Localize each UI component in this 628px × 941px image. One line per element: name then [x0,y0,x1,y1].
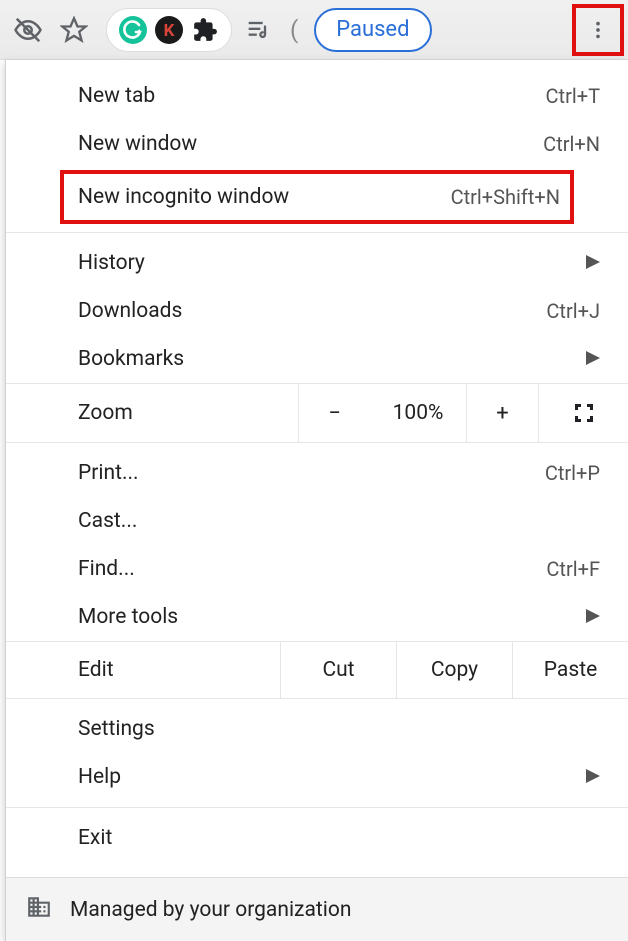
submenu-chevron-icon [586,251,600,275]
zoom-out-button[interactable]: − [298,384,370,442]
menu-find[interactable]: Find... Ctrl+F [6,545,628,593]
bookmark-star-icon[interactable] [54,10,94,50]
menu-print[interactable]: Print... Ctrl+P [6,449,628,497]
edit-cut-button[interactable]: Cut [280,642,396,698]
menu-bookmarks[interactable]: Bookmarks [6,335,628,383]
menu-divider [6,807,628,808]
submenu-chevron-icon [586,605,600,629]
menu-more-tools[interactable]: More tools [6,593,628,641]
zoom-label: Zoom [6,401,298,425]
chrome-main-menu: New tab Ctrl+T New window Ctrl+N New inc… [5,60,628,941]
menu-new-tab[interactable]: New tab Ctrl+T [6,72,628,120]
menu-zoom-row: Zoom − 100% + [6,383,628,443]
menu-managed-footer[interactable]: Managed by your organization [6,877,628,941]
menu-shortcut: Ctrl+F [546,557,600,581]
menu-shortcut: Ctrl+N [543,132,600,156]
zoom-in-button[interactable]: + [466,384,538,442]
menu-label: New window [78,132,543,156]
menu-label: More tools [78,605,586,629]
menu-edit-row: Edit Cut Copy Paste [6,641,628,699]
fullscreen-button[interactable] [538,384,628,442]
menu-label: Print... [78,461,545,485]
menu-label: Exit [78,826,600,850]
grammarly-icon[interactable] [115,12,151,48]
k-extension-icon[interactable]: K [151,12,187,48]
menu-label: New incognito window [78,185,451,209]
menu-shortcut: Ctrl+J [546,299,600,323]
kebab-menu-button[interactable] [572,4,624,56]
menu-divider [6,232,628,233]
extensions-puzzle-icon[interactable] [187,12,223,48]
menu-history[interactable]: History [6,239,628,287]
extensions-group: K [106,8,232,52]
menu-label: Help [78,765,586,789]
menu-help[interactable]: Help [6,753,628,801]
tracking-off-icon[interactable] [8,10,48,50]
menu-label: Downloads [78,299,546,323]
menu-cast[interactable]: Cast... [6,497,628,545]
profile-paused-button[interactable]: Paused [314,8,431,52]
menu-shortcut: Ctrl+P [545,461,600,485]
menu-new-incognito-window[interactable]: New incognito window Ctrl+Shift+N [60,170,574,224]
edit-paste-button[interactable]: Paste [512,642,628,698]
menu-label: Settings [78,717,600,741]
menu-shortcut: Ctrl+T [546,84,600,108]
menu-label: New tab [78,84,546,108]
submenu-chevron-icon [586,765,600,789]
menu-downloads[interactable]: Downloads Ctrl+J [6,287,628,335]
menu-exit[interactable]: Exit [6,814,628,862]
edit-label: Edit [6,658,280,682]
paused-label: Paused [336,17,409,42]
menu-settings[interactable]: Settings [6,705,628,753]
menu-label: History [78,251,586,275]
menu-label: Bookmarks [78,347,586,371]
browser-toolbar: K ( Paused [0,0,628,60]
edit-copy-button[interactable]: Copy [396,642,512,698]
profile-paren: ( [290,16,298,44]
media-control-icon[interactable] [238,10,278,50]
svg-text:K: K [164,21,175,41]
menu-shortcut: Ctrl+Shift+N [451,185,560,209]
menu-label: Cast... [78,509,600,533]
menu-label: Find... [78,557,546,581]
submenu-chevron-icon [586,347,600,371]
organization-icon [26,894,52,926]
menu-new-window[interactable]: New window Ctrl+N [6,120,628,168]
managed-label: Managed by your organization [70,898,351,922]
zoom-level-value: 100% [370,384,466,442]
